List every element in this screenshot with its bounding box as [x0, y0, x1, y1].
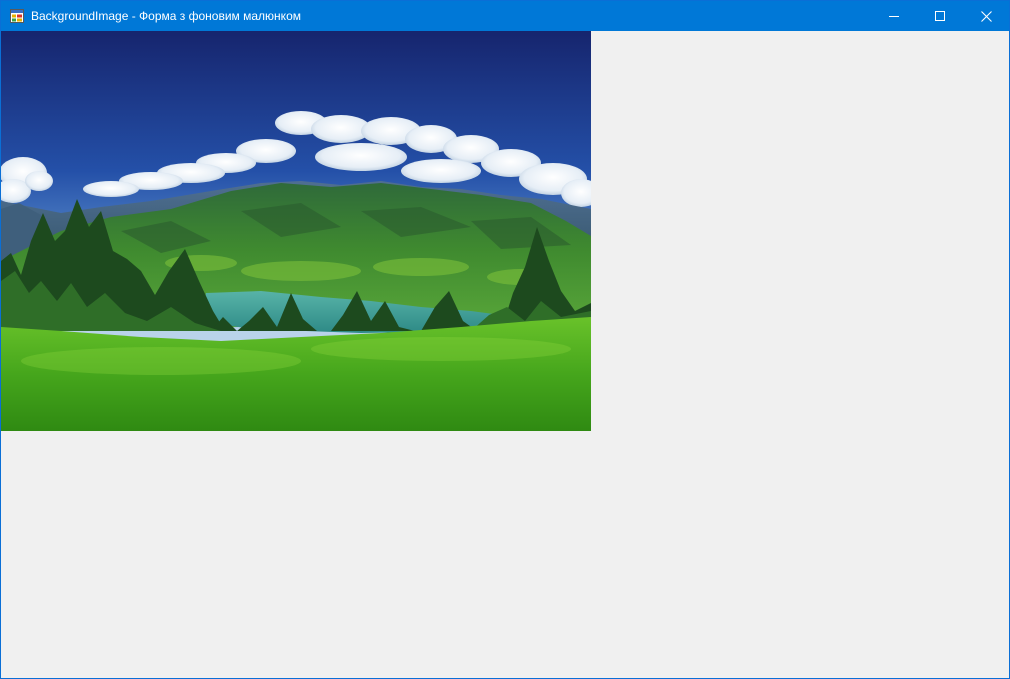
close-icon: [980, 10, 992, 22]
form-client-area[interactable]: [1, 31, 1009, 678]
close-button[interactable]: [963, 1, 1009, 31]
form-app-icon[interactable]: [10, 9, 24, 23]
title-bar[interactable]: BackgroundImage - Форма з фоновим малюнк…: [1, 1, 1009, 31]
window-title: BackgroundImage - Форма з фоновим малюнк…: [31, 9, 301, 23]
app-window: BackgroundImage - Форма з фоновим малюнк…: [0, 0, 1010, 679]
maximize-icon: [935, 11, 945, 21]
minimize-icon: [889, 11, 899, 21]
minimize-button[interactable]: [871, 1, 917, 31]
background-image: [1, 31, 591, 431]
maximize-button[interactable]: [917, 1, 963, 31]
